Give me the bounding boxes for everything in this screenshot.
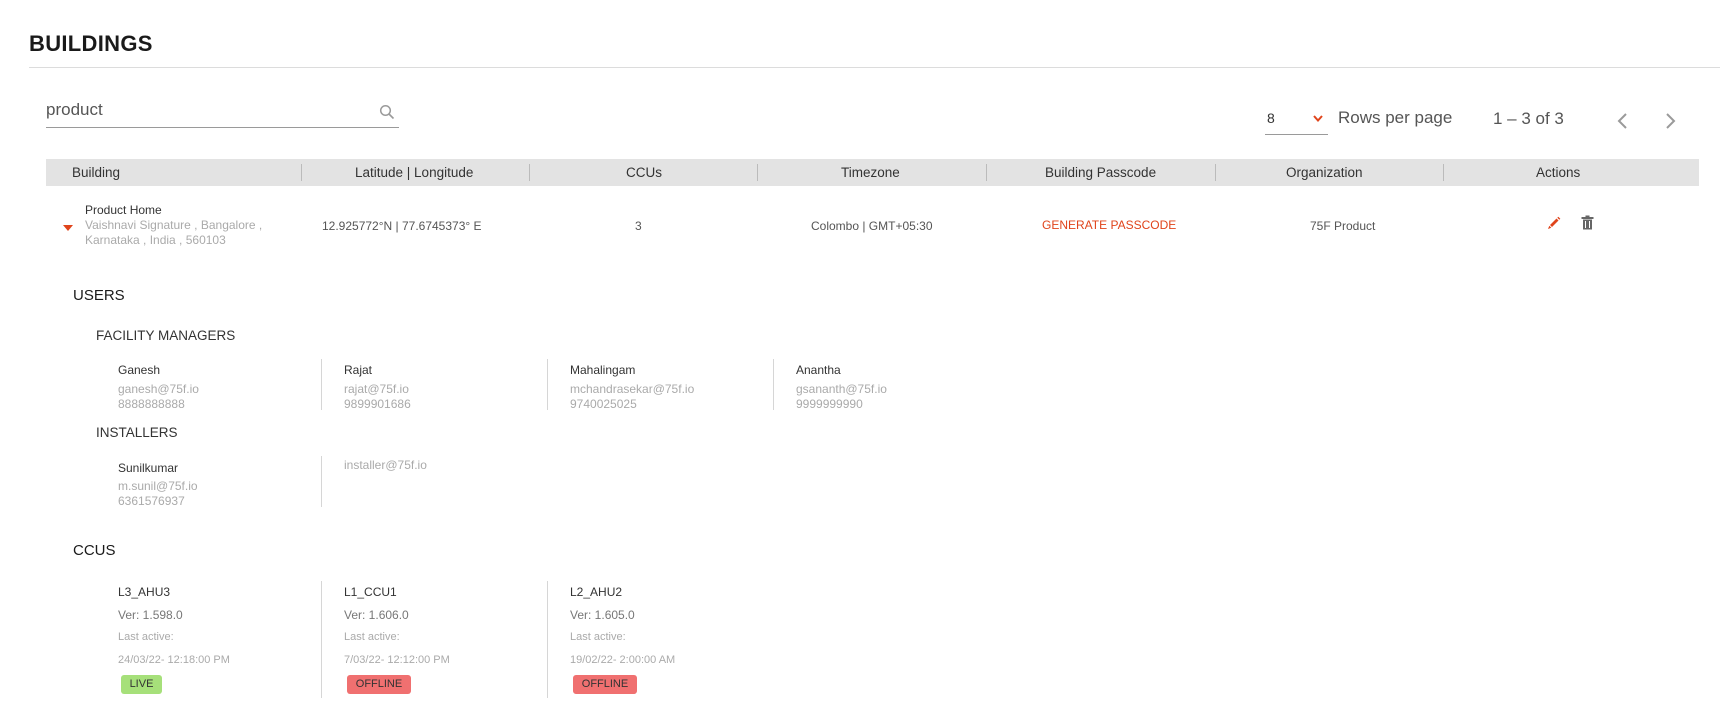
header-divider xyxy=(757,164,758,181)
user-email: gsananth@75f.io xyxy=(796,382,887,396)
ccu-name: L3_AHU3 xyxy=(118,585,171,599)
user-phone: 9740025025 xyxy=(570,397,637,411)
user-name: Sunilkumar xyxy=(118,461,179,475)
user-email: m.sunil@75f.io xyxy=(118,479,198,493)
building-name: Product Home xyxy=(85,203,162,217)
pencil-icon[interactable] xyxy=(1547,216,1561,230)
status-badge: OFFLINE xyxy=(573,675,637,694)
header-ccus[interactable]: CCUs xyxy=(626,159,662,186)
card-divider xyxy=(547,581,548,698)
header-divider xyxy=(301,164,302,181)
header-timezone[interactable]: Timezone xyxy=(841,159,900,186)
caret-down-icon[interactable] xyxy=(62,224,74,232)
user-phone: 9899901686 xyxy=(344,397,411,411)
ccu-last-active-label: Last active: xyxy=(118,631,174,643)
title-divider xyxy=(29,67,1720,68)
user-phone: 6361576937 xyxy=(118,494,185,508)
user-name: Rajat xyxy=(344,363,373,377)
header-building[interactable]: Building xyxy=(72,159,120,186)
header-actions: Actions xyxy=(1536,165,1581,180)
ccu-last-active-time: 19/02/22- 2:00:00 AM xyxy=(570,654,676,666)
header-passcode[interactable]: Building Passcode xyxy=(1045,159,1156,186)
users-section-title: USERS xyxy=(73,287,125,304)
search-input[interactable] xyxy=(46,96,366,120)
ccu-card: L2_AHU2 Ver: 1.605.0 Last active: 19/02/… xyxy=(547,581,772,698)
ccus-section-title: CCUS xyxy=(73,542,116,559)
card-divider xyxy=(321,581,322,698)
installers-title: INSTALLERS xyxy=(96,425,178,440)
ccu-card: L1_CCU1 Ver: 1.606.0 Last active: 7/03/2… xyxy=(321,581,546,698)
user-name: Mahalingam xyxy=(570,363,636,377)
building-lat-long: 12.925772°N | 77.6745373° E xyxy=(322,219,482,233)
card-divider xyxy=(321,456,322,507)
header-lat-long[interactable]: Latitude | Longitude xyxy=(355,159,473,186)
building-organization: 75F Product xyxy=(1310,219,1376,233)
status-badge: OFFLINE xyxy=(347,675,411,694)
ccu-last-active-time: 24/03/22- 12:18:00 PM xyxy=(118,654,230,666)
user-card: Sunilkumar m.sunil@75f.io 6361576937 xyxy=(118,459,318,510)
user-email: installer@75f.io xyxy=(344,458,427,472)
ccu-version: Ver: 1.606.0 xyxy=(344,608,409,622)
user-card: Rajat rajat@75f.io 9899901686 xyxy=(321,359,546,411)
rows-per-page-value: 8 xyxy=(1267,110,1275,126)
user-card: Mahalingam mchandrasekar@75f.io 97400250… xyxy=(547,359,772,411)
header-divider xyxy=(1215,164,1216,181)
user-email: rajat@75f.io xyxy=(344,382,409,396)
pagination-range: 1 – 3 of 3 xyxy=(1493,109,1564,128)
user-email: ganesh@75f.io xyxy=(118,382,199,396)
ccu-version: Ver: 1.605.0 xyxy=(570,608,635,622)
card-divider xyxy=(321,359,322,410)
building-timezone: Colombo | GMT+05:30 xyxy=(811,219,933,233)
ccu-name: L1_CCU1 xyxy=(344,585,397,599)
header-divider xyxy=(1443,164,1444,181)
rows-per-page-label: Rows per page xyxy=(1338,108,1453,127)
search-box xyxy=(46,96,399,128)
table-header: Building Latitude | Longitude CCUs Timez… xyxy=(46,159,1699,186)
chevron-right-icon[interactable] xyxy=(1661,110,1679,132)
generate-passcode-link[interactable]: GENERATE PASSCODE xyxy=(1042,218,1176,232)
user-card: installer@75f.io xyxy=(321,456,546,507)
ccu-version: Ver: 1.598.0 xyxy=(118,608,183,622)
chevron-down-icon xyxy=(1313,115,1323,123)
user-phone: 8888888888 xyxy=(118,397,185,411)
user-card: Anantha gsananth@75f.io 9999999990 xyxy=(773,359,998,411)
ccu-last-active-time: 7/03/22- 12:12:00 PM xyxy=(344,654,450,666)
card-divider xyxy=(547,359,548,410)
building-address: Vaishnavi Signature , Bangalore , Karnat… xyxy=(85,218,263,247)
ccu-name: L2_AHU2 xyxy=(570,585,623,599)
search-icon[interactable] xyxy=(379,104,395,120)
rows-per-page-select[interactable]: 8 xyxy=(1265,106,1328,135)
facility-managers-title: FACILITY MANAGERS xyxy=(96,328,236,343)
user-email: mchandrasekar@75f.io xyxy=(570,382,695,396)
ccu-last-active-label: Last active: xyxy=(344,631,400,643)
trash-icon[interactable] xyxy=(1581,215,1594,230)
user-phone: 9999999990 xyxy=(796,397,863,411)
header-organization[interactable]: Organization xyxy=(1286,159,1363,186)
ccu-last-active-label: Last active: xyxy=(570,631,626,643)
building-ccu-count: 3 xyxy=(635,219,642,233)
user-name: Ganesh xyxy=(118,363,161,377)
header-divider xyxy=(986,164,987,181)
user-card: Ganesh ganesh@75f.io 8888888888 xyxy=(118,361,318,412)
ccu-card: L3_AHU3 Ver: 1.598.0 Last active: 24/03/… xyxy=(118,583,318,698)
card-divider xyxy=(773,359,774,410)
header-divider xyxy=(529,164,530,181)
page-title: BUILDINGS xyxy=(29,31,153,56)
user-name: Anantha xyxy=(796,363,841,377)
chevron-left-icon[interactable] xyxy=(1614,110,1632,132)
status-badge: LIVE xyxy=(121,675,162,694)
